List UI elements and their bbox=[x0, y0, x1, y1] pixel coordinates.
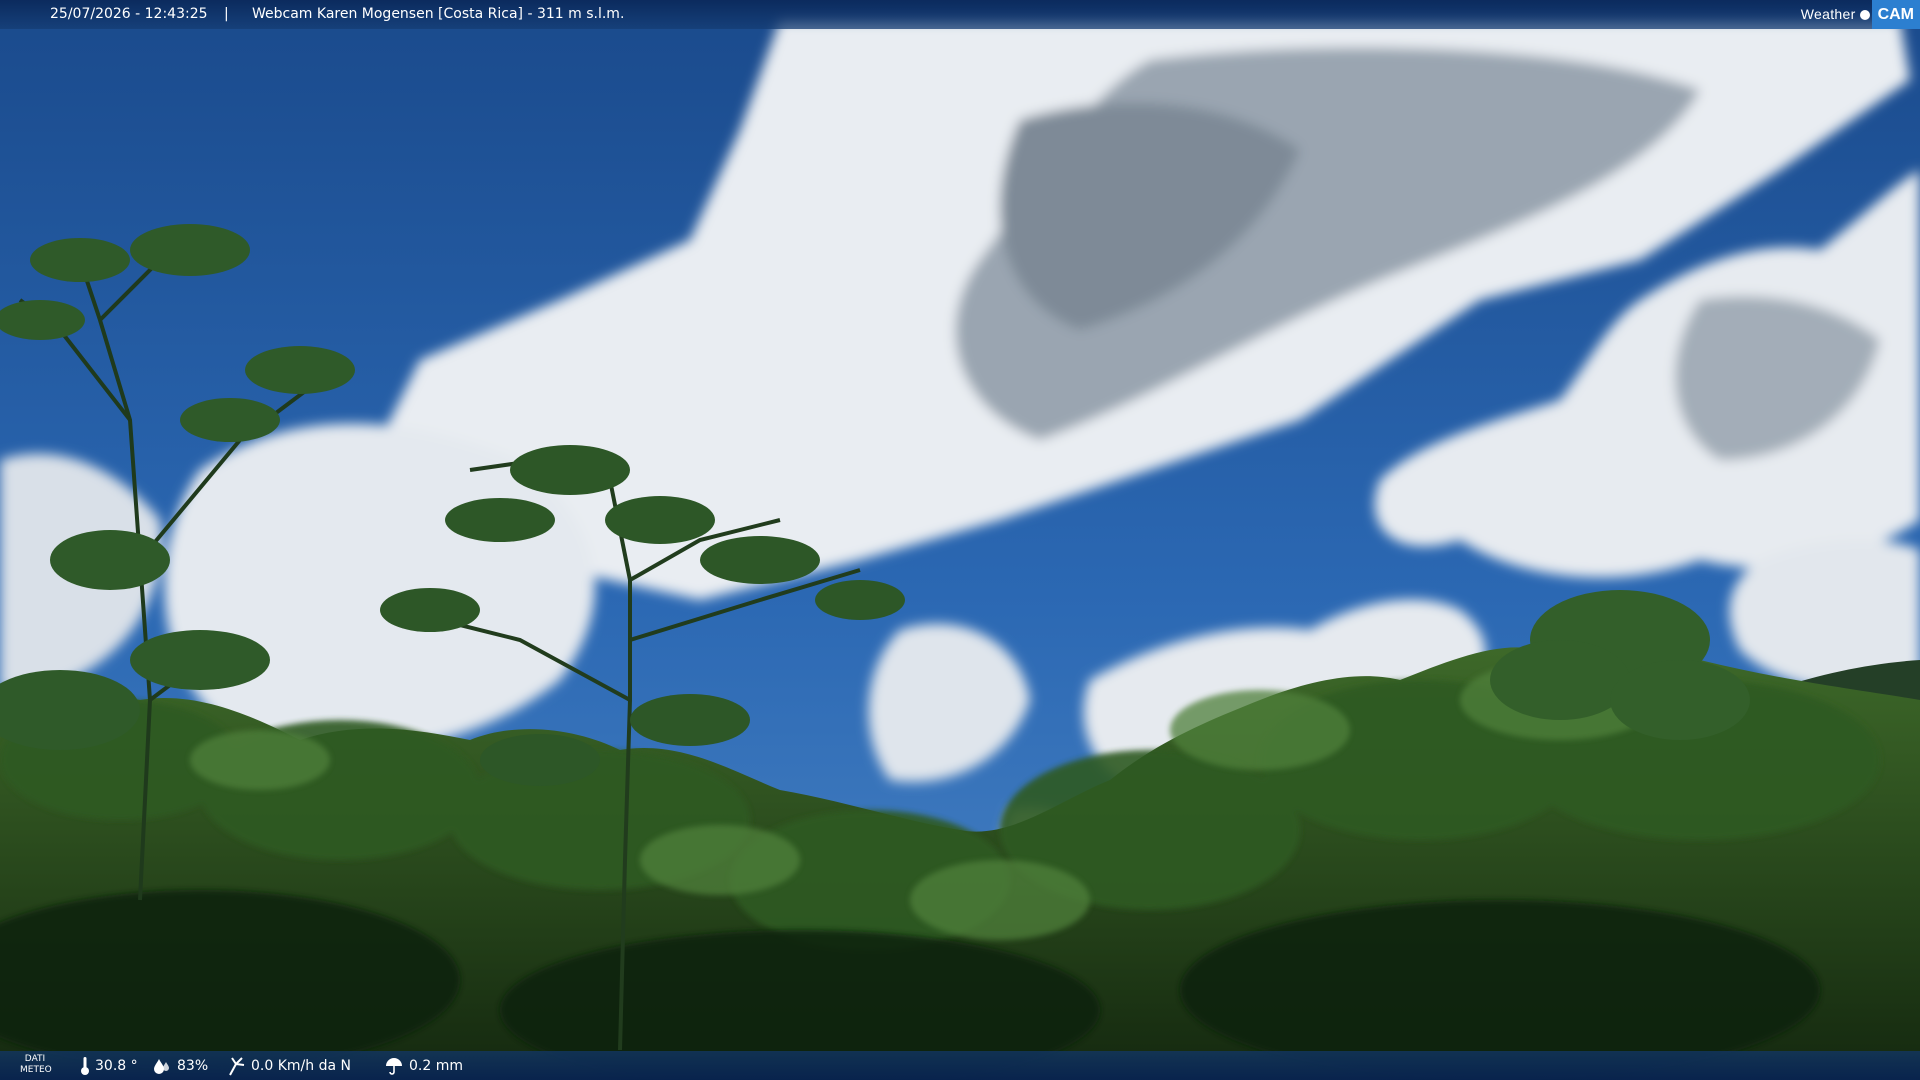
wind-icon bbox=[229, 1056, 245, 1075]
logo-dot-icon bbox=[1859, 9, 1870, 20]
temperature-value: 30.8 ° bbox=[95, 1057, 138, 1074]
rain-value: 0.2 mm bbox=[409, 1057, 463, 1074]
webcam-title: Webcam Karen Mogensen [Costa Rica] - 311… bbox=[252, 6, 625, 22]
header-separator: | bbox=[224, 6, 229, 22]
humidity-reading: 83% bbox=[152, 1051, 208, 1080]
logo-cam-text: CAM bbox=[1871, 0, 1920, 29]
overlay-weather-data: DATI METEO 30.8 ° 83% 0.0 Km/h da N 0.2 … bbox=[0, 1051, 1920, 1080]
weathercam-logo: Weather CAM bbox=[1801, 0, 1920, 29]
rain-reading: 0.2 mm bbox=[384, 1051, 463, 1080]
thermometer-icon bbox=[81, 1056, 89, 1075]
wind-value: 0.0 Km/h da N bbox=[251, 1057, 351, 1074]
humidity-value: 83% bbox=[177, 1057, 209, 1074]
webcam-image bbox=[0, 0, 1920, 1080]
timestamp: 25/07/2026 - 12:43:25 bbox=[50, 6, 208, 22]
rain-umbrella-icon bbox=[386, 1057, 402, 1075]
logo-weather-text: Weather bbox=[1800, 6, 1856, 22]
overlay-header: 25/07/2026 - 12:43:25 | Webcam Karen Mog… bbox=[0, 0, 1920, 29]
humidity-drop-icon bbox=[154, 1058, 169, 1074]
weather-data-label: DATI METEO bbox=[20, 1054, 52, 1075]
temperature-reading: 30.8 ° bbox=[80, 1051, 138, 1080]
webcam-view: 25/07/2026 - 12:43:25 | Webcam Karen Mog… bbox=[0, 0, 1920, 1080]
wind-reading: 0.0 Km/h da N bbox=[226, 1051, 351, 1080]
